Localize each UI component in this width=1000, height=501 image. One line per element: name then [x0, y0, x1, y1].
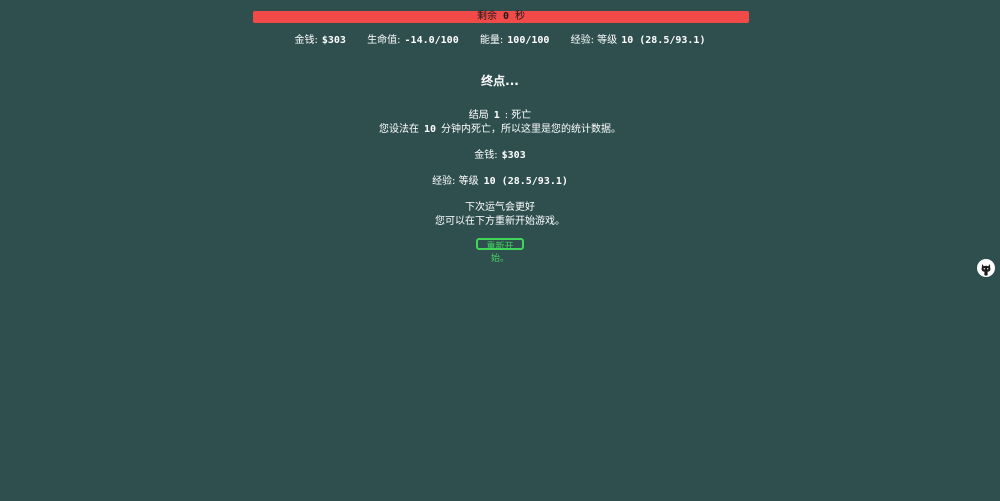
- restart-hint: 您可以在下方重新开始游戏。: [435, 216, 565, 227]
- final-exp-value: 10 (28.5/93.1): [483, 176, 568, 187]
- time-remaining-bar: 剩余 0 秒: [253, 11, 749, 23]
- timer-value: 0: [502, 11, 510, 22]
- death-minutes: 10: [423, 124, 437, 135]
- ending-number: 1: [493, 110, 500, 121]
- energy-stat: 能量: 100/100: [480, 34, 550, 48]
- exp-value: 10 (28.5/93.1): [621, 35, 706, 46]
- health-label: 生命值:: [367, 35, 401, 46]
- ending-label: 结局: [468, 110, 489, 121]
- health-value: -14.0/100: [404, 35, 459, 46]
- health-stat: 生命值: -14.0/100: [367, 34, 459, 48]
- luck-line: 下次运气会更好: [465, 202, 535, 213]
- timer-prefix: 剩余: [476, 11, 497, 22]
- money-label: 金钱:: [294, 35, 318, 46]
- exp-stat: 经验: 等级 10 (28.5/93.1): [571, 34, 706, 48]
- stats-bar: 金钱: $303 生命值: -14.0/100 能量: 100/100 经验: 等级 1…: [0, 34, 1000, 48]
- exp-label: 经验: 等级: [570, 35, 618, 46]
- final-money-label: 金钱:: [474, 150, 498, 161]
- energy-label: 能量:: [479, 35, 504, 46]
- death-post: 分钟内死亡，所以这里是您的统计数据。: [441, 124, 622, 135]
- ending-name: : 死亡: [504, 110, 532, 121]
- final-money: 金钱: $303: [0, 149, 1000, 163]
- restart-button[interactable]: 重新开始。: [476, 238, 524, 263]
- final-money-value: $303: [501, 150, 526, 161]
- final-exp-label: 经验: 等级: [432, 176, 479, 187]
- final-exp: 经验: 等级 10 (28.5/93.1): [0, 175, 1000, 189]
- money-stat: 金钱: $303: [295, 34, 346, 48]
- github-icon[interactable]: [977, 259, 995, 277]
- end-title: 终点...: [481, 74, 519, 88]
- timer-suffix: 秒: [515, 11, 526, 22]
- death-pre: 您设法在: [378, 124, 419, 135]
- money-value: $303: [321, 35, 346, 46]
- energy-value: 100/100: [507, 35, 550, 46]
- death-summary: 您设法在 10 分钟内死亡，所以这里是您的统计数据。: [0, 123, 1000, 137]
- ending-line: 结局 1 : 死亡: [0, 109, 1000, 123]
